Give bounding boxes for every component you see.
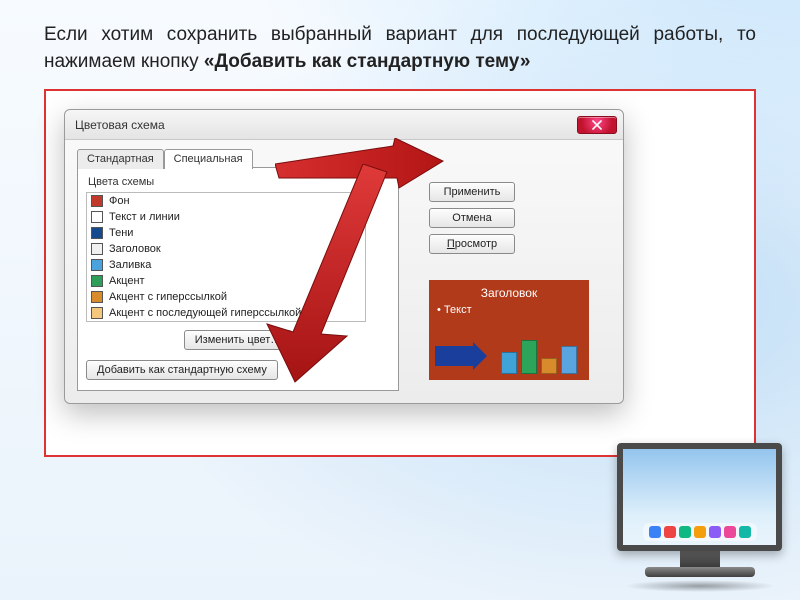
dock-item — [739, 526, 751, 538]
color-swatch — [91, 243, 103, 255]
scheme-row[interactable]: Текст и линии — [87, 209, 365, 225]
scheme-label: Заголовок — [109, 243, 161, 255]
close-icon — [591, 120, 603, 130]
monitor-base — [645, 567, 755, 577]
tabs: Стандартная Специальная — [77, 148, 611, 168]
preview-title: Заголовок — [437, 286, 581, 300]
tab-special[interactable]: Специальная — [164, 149, 253, 169]
scheme-label: Акцент с гиперссылкой — [109, 291, 227, 303]
preview-arrow-head — [473, 342, 487, 370]
scheme-label: Тени — [109, 227, 133, 239]
color-swatch — [91, 275, 103, 287]
preview-button[interactable]: Просмотр — [429, 234, 515, 254]
color-swatch — [91, 259, 103, 271]
dock-item — [649, 526, 661, 538]
add-standard-scheme-button[interactable]: Добавить как стандартную схему — [86, 360, 278, 380]
preview-bar — [501, 352, 517, 374]
scheme-list[interactable]: Фон Текст и линии Тени Заголовок Заливка Акце… — [86, 192, 366, 322]
color-swatch — [91, 291, 103, 303]
monitor-shadow — [625, 580, 775, 592]
instruction-text: Если хотим сохранить выбранный вариант д… — [44, 22, 756, 75]
side-buttons: Применить Отмена Просмотр — [429, 182, 515, 254]
close-button[interactable] — [577, 116, 617, 134]
preview-bar — [561, 346, 577, 374]
preview-bar — [521, 340, 537, 374]
dock-item — [724, 526, 736, 538]
monitor-screen — [617, 443, 782, 551]
color-swatch — [91, 195, 103, 207]
scheme-label: Фон — [109, 195, 130, 207]
tab-pane-special: Цвета схемы Фон Текст и линии Тени Заголово… — [77, 167, 399, 391]
monitor-dock — [643, 523, 757, 541]
dock-item — [679, 526, 691, 538]
change-color-button[interactable]: Изменить цвет… — [184, 330, 293, 350]
preview-button-rest: росмотр — [455, 238, 497, 250]
preview-bullet: • Текст — [437, 304, 581, 316]
preview-thumbnail: Заголовок • Текст — [429, 280, 589, 380]
preview-button-underline: П — [447, 238, 455, 250]
scheme-label: Акцент — [109, 275, 145, 287]
scheme-label: Заливка — [109, 259, 151, 271]
color-swatch — [91, 307, 103, 319]
scheme-row[interactable]: Акцент — [87, 273, 365, 289]
tab-standard[interactable]: Стандартная — [77, 149, 164, 169]
preview-shapes — [435, 328, 583, 374]
apply-button[interactable]: Применить — [429, 182, 515, 202]
screenshot-frame: Цветовая схема Стандартная Специальная Ц… — [44, 89, 756, 457]
scheme-row[interactable]: Акцент с гиперссылкой — [87, 289, 365, 305]
caption-bold: «Добавить как стандартную тему» — [204, 51, 531, 72]
scheme-row[interactable]: Заливка — [87, 257, 365, 273]
dialog-title: Цветовая схема — [75, 118, 577, 132]
scheme-row[interactable]: Тени — [87, 225, 365, 241]
color-swatch — [91, 227, 103, 239]
dialog-header: Цветовая схема — [65, 110, 623, 140]
preview-arrow-shape — [435, 346, 473, 366]
monitor-clipart — [617, 443, 782, 592]
scheme-row[interactable]: Фон — [87, 193, 365, 209]
cancel-button[interactable]: Отмена — [429, 208, 515, 228]
scheme-label: Акцент с последующей гиперссылкой — [109, 307, 301, 319]
monitor-stand — [680, 551, 720, 567]
dock-item — [694, 526, 706, 538]
scheme-row[interactable]: Акцент с последующей гиперссылкой — [87, 305, 365, 321]
color-scheme-dialog: Цветовая схема Стандартная Специальная Ц… — [64, 109, 624, 404]
preview-bar — [541, 358, 557, 374]
group-label-colors: Цвета схемы — [88, 176, 390, 188]
dock-item — [664, 526, 676, 538]
scheme-label: Текст и линии — [109, 211, 180, 223]
color-swatch — [91, 211, 103, 223]
scheme-row[interactable]: Заголовок — [87, 241, 365, 257]
dock-item — [709, 526, 721, 538]
